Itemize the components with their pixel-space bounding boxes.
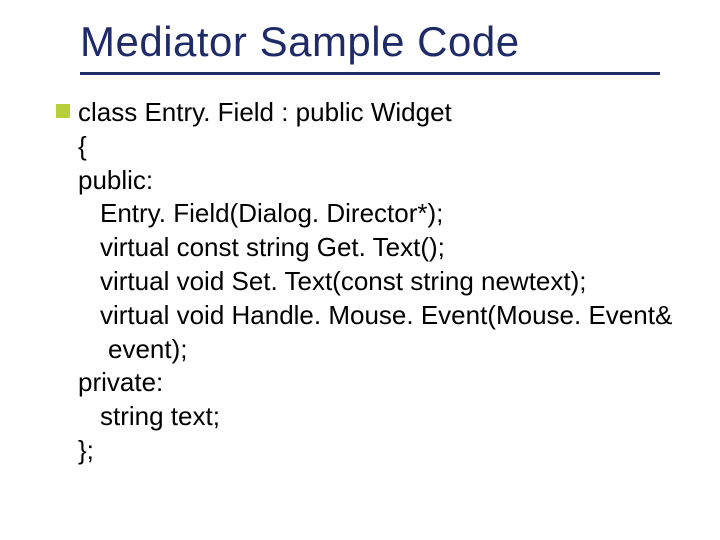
code-line: public: [78, 164, 670, 198]
bullet-square-icon [56, 104, 70, 118]
code-line: { [78, 130, 670, 164]
code-line: private: [78, 366, 670, 400]
code-body: class Entry. Field : public Widget { pub… [78, 96, 670, 468]
slide-title: Mediator Sample Code [80, 18, 680, 66]
slide: Mediator Sample Code class Entry. Field … [0, 0, 720, 540]
title-underline [80, 72, 660, 75]
code-line: virtual void Set. Text(const string newt… [78, 265, 670, 299]
code-line: class Entry. Field : public Widget [78, 96, 670, 130]
code-line: string text; [78, 400, 670, 434]
code-line: Entry. Field(Dialog. Director*); [78, 197, 670, 231]
code-line: }; [78, 434, 670, 468]
code-line: event); [78, 333, 670, 367]
code-line: virtual const string Get. Text(); [78, 231, 670, 265]
title-block: Mediator Sample Code [80, 18, 680, 75]
code-line: virtual void Handle. Mouse. Event(Mouse.… [78, 299, 670, 333]
